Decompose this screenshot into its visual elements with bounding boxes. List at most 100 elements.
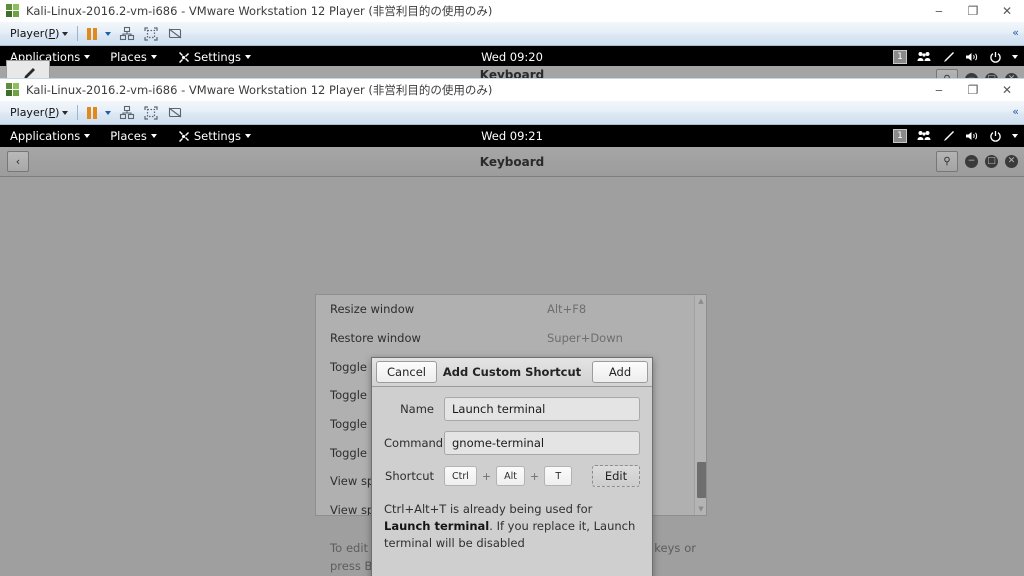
table-row[interactable]: Resize window Alt+F8 [316, 295, 706, 324]
settings-label: Settings [193, 50, 241, 64]
back-button[interactable]: ‹ [7, 151, 29, 172]
restore-button[interactable]: ❐ [956, 0, 990, 22]
unity-mode-icon[interactable] [117, 24, 137, 44]
vmware-app-icon [6, 3, 20, 18]
collapse-toolbar-button[interactable]: « [1012, 26, 1019, 39]
shortcut-accel: Super+Down [547, 331, 623, 346]
minimize-icon[interactable]: − [965, 155, 978, 168]
fullscreen-icon[interactable] [141, 24, 161, 44]
dialog-header: Cancel Add Custom Shortcut Add [372, 358, 652, 387]
shortcut-name: Restore window [330, 331, 421, 346]
vmware-back-window-controls: ‒ ❐ ✕ [922, 0, 1024, 22]
close-button[interactable]: ✕ [990, 0, 1024, 22]
chevron-down-icon [105, 31, 112, 36]
send-key-icon[interactable] [165, 103, 185, 123]
workspace-indicator[interactable]: 1 [893, 50, 907, 64]
toolbar-separator [77, 105, 79, 120]
fullscreen-icon[interactable] [141, 103, 161, 123]
pause-dropdown-button[interactable] [101, 24, 115, 44]
player-menu-button[interactable]: Player(P) [6, 24, 72, 44]
screen: Kali-Linux-2016.2-vm-i686 - VMware Works… [0, 0, 1024, 576]
places-menu[interactable]: Places [100, 46, 167, 68]
chevron-down-icon [62, 110, 69, 115]
chevron-down-icon [84, 134, 91, 138]
scrollbar[interactable]: ▲ ▼ [694, 295, 706, 515]
chevron-down-icon [150, 55, 157, 59]
close-icon[interactable]: ✕ [1005, 155, 1018, 168]
player-menu-button[interactable]: Player(P) [6, 103, 72, 123]
panel-tray-back: 1 [893, 46, 1018, 68]
cancel-button[interactable]: Cancel [376, 361, 437, 383]
unity-mode-icon[interactable] [117, 103, 137, 123]
volume-icon[interactable] [965, 130, 979, 142]
player-menu-label: Player(P) [10, 27, 60, 40]
key-alt: Alt [496, 466, 525, 486]
maximize-icon[interactable]: □ [985, 155, 998, 168]
name-label: Name [400, 402, 434, 416]
keyboard-settings-body: Resize window Alt+F8 Restore window Supe… [0, 177, 1024, 576]
places-label: Places [110, 50, 147, 64]
shortcut-name: Resize window [330, 302, 415, 317]
scrollbar-thumb[interactable] [697, 462, 706, 498]
name-input[interactable]: Launch terminal [444, 397, 640, 421]
command-row: Command gnome-terminal [384, 431, 640, 455]
wrench-icon [177, 130, 190, 143]
key-ctrl: Ctrl [444, 466, 477, 486]
name-row: Name Launch terminal [384, 397, 640, 421]
settings-menu[interactable]: Settings [167, 46, 261, 68]
chevron-down-icon [245, 55, 251, 59]
chevron-down-icon[interactable] [1012, 55, 1018, 59]
power-icon[interactable] [989, 51, 1002, 64]
add-custom-shortcut-dialog: Cancel Add Custom Shortcut Add Name Laun… [371, 357, 653, 576]
users-icon[interactable] [917, 51, 931, 63]
workspace-indicator[interactable]: 1 [893, 129, 907, 143]
warning-text-bold: Launch terminal [384, 519, 490, 533]
pen-icon[interactable] [941, 51, 955, 63]
collapse-toolbar-button[interactable]: « [1012, 105, 1019, 118]
vmware-front-title: Kali-Linux-2016.2-vm-i686 - VMware Works… [26, 82, 493, 97]
pen-icon[interactable] [941, 130, 955, 142]
pause-button[interactable] [83, 24, 101, 44]
applications-label: Applications [10, 129, 81, 143]
page-title: Keyboard [479, 154, 545, 169]
pause-button[interactable] [83, 103, 101, 123]
minimize-button[interactable]: ‒ [922, 0, 956, 22]
vmware-back-titlebar: Kali-Linux-2016.2-vm-i686 - VMware Works… [0, 0, 1024, 22]
chevron-down-icon [62, 31, 69, 36]
places-menu[interactable]: Places [100, 125, 167, 147]
scroll-down-icon[interactable]: ▼ [697, 505, 705, 513]
vmware-app-icon [6, 82, 20, 97]
shortcut-label: Shortcut [385, 469, 434, 483]
chevron-down-icon [105, 110, 112, 115]
keyboard-window-controls: ⚲ − □ ✕ [936, 151, 1018, 172]
places-label: Places [110, 129, 147, 143]
pause-dropdown-button[interactable] [101, 103, 115, 123]
chevron-down-icon[interactable] [1012, 134, 1018, 138]
table-row[interactable]: Restore window Super+Down [316, 324, 706, 353]
chevron-down-icon [150, 134, 157, 138]
vmware-back-toolbar: Player(P) « [0, 22, 1024, 46]
add-button[interactable]: Add [592, 361, 648, 383]
scroll-up-icon[interactable]: ▲ [697, 297, 705, 305]
warning-text-pre: Ctrl+Alt+T is already being used for [384, 502, 593, 516]
settings-menu[interactable]: Settings [167, 125, 261, 147]
close-button[interactable]: ✕ [990, 79, 1024, 101]
xfce-panel-front: Applications Places Settings Wed 09:21 1 [0, 125, 1024, 147]
dialog-form: Name Launch terminal Command gnome-termi… [372, 387, 652, 499]
send-key-icon[interactable] [165, 24, 185, 44]
search-icon[interactable]: ⚲ [936, 151, 958, 172]
power-icon[interactable] [989, 130, 1002, 143]
shortcut-row: Shortcut Ctrl + Alt + T Edit [384, 465, 640, 487]
command-input[interactable]: gnome-terminal [444, 431, 640, 455]
restore-button[interactable]: ❐ [956, 79, 990, 101]
conflict-warning: Ctrl+Alt+T is already being used for Lau… [372, 499, 652, 564]
panel-tray-front: 1 [893, 125, 1018, 147]
plus-separator: + [481, 469, 492, 483]
vmware-front-toolbar: Player(P) « [0, 101, 1024, 125]
applications-menu[interactable]: Applications [0, 125, 100, 147]
minimize-button[interactable]: ‒ [922, 79, 956, 101]
toolbar-separator [77, 26, 79, 41]
edit-shortcut-button[interactable]: Edit [592, 465, 640, 487]
volume-icon[interactable] [965, 51, 979, 63]
users-icon[interactable] [917, 130, 931, 142]
